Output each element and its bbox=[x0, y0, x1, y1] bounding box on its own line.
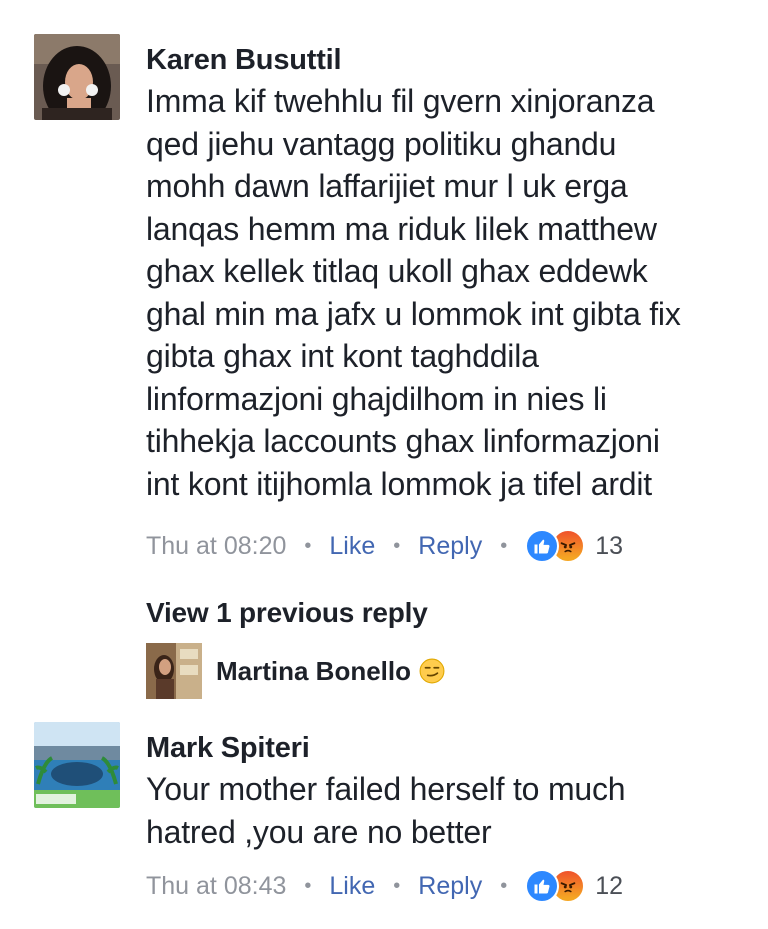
reply-preview[interactable]: Martina Bonello bbox=[146, 643, 445, 699]
comment-line: gibta ghax int kont taghddila bbox=[146, 338, 539, 374]
comment-line: int kont itijhomla lommok ja tifel ardit bbox=[146, 465, 652, 502]
comment-line: Imma kif twehhlu fil gvern xinjoranza bbox=[146, 83, 655, 119]
reactions-summary[interactable]: 12 bbox=[525, 869, 623, 903]
avatar[interactable] bbox=[34, 34, 120, 120]
comment-line: qed jiehu vantagg politiku ghandu bbox=[146, 125, 617, 162]
comment-karen-busuttil: Karen Busuttil Imma kif twehhlu fil gver… bbox=[0, 0, 768, 580]
comment-line: lanqas hemm ma riduk lilek matthew bbox=[146, 210, 657, 247]
separator-dot: • bbox=[500, 534, 508, 557]
comment-mark-spiteri: Mark Spiteri Your mother failed herself … bbox=[0, 700, 768, 929]
comment-line: ghax kellek titlaq ukoll ghax eddewk bbox=[146, 253, 648, 289]
view-previous-replies-link[interactable]: View 1 previous reply bbox=[146, 597, 428, 629]
comment-timestamp[interactable]: Thu at 08:43 bbox=[146, 872, 286, 901]
comment-line: tihhekja laccounts ghax linformazjoni bbox=[146, 423, 660, 459]
reply-button[interactable]: Reply bbox=[418, 872, 482, 901]
comment-author[interactable]: Mark Spiteri bbox=[146, 732, 310, 765]
reactions-summary[interactable]: 13 bbox=[525, 529, 623, 563]
comment-line: mohh dawn laffarijiet mur l uk erga bbox=[146, 168, 628, 204]
like-button[interactable]: Like bbox=[329, 872, 375, 901]
avatar[interactable] bbox=[34, 722, 120, 808]
comment-body: Your mother failed herself to much hatre… bbox=[146, 768, 626, 853]
comment-line: Your mother failed herself to much bbox=[146, 771, 626, 807]
reaction-count: 12 bbox=[595, 871, 624, 900]
comment-line: ghal min ma jafx u lommok int gibta fix bbox=[146, 295, 681, 332]
separator-dot: • bbox=[393, 874, 401, 897]
like-icon bbox=[525, 869, 560, 903]
reaction-count: 13 bbox=[595, 531, 624, 560]
avatar[interactable] bbox=[146, 643, 202, 699]
comment-body: Imma kif twehhlu fil gvern xinjoranza qe… bbox=[146, 80, 681, 505]
reply-author[interactable]: Martina Bonello bbox=[216, 656, 411, 687]
like-button[interactable]: Like bbox=[329, 532, 375, 561]
like-icon bbox=[525, 529, 560, 563]
separator-dot: • bbox=[393, 534, 401, 557]
separator-dot: • bbox=[304, 534, 312, 557]
comment-meta: Thu at 08:20 • Like • Reply • 13 bbox=[146, 528, 623, 564]
comment-meta: Thu at 08:43 • Like • Reply • 12 bbox=[146, 868, 623, 904]
smirk-emoji-icon bbox=[419, 658, 445, 684]
comment-line: hatred ,you are no better bbox=[146, 813, 492, 850]
comment-line: linformazjoni ghajdilhom in nies li bbox=[146, 380, 607, 417]
comment-timestamp[interactable]: Thu at 08:20 bbox=[146, 532, 286, 561]
separator-dot: • bbox=[500, 874, 508, 897]
separator-dot: • bbox=[304, 874, 312, 897]
reply-button[interactable]: Reply bbox=[418, 532, 482, 561]
comment-author[interactable]: Karen Busuttil bbox=[146, 44, 342, 77]
